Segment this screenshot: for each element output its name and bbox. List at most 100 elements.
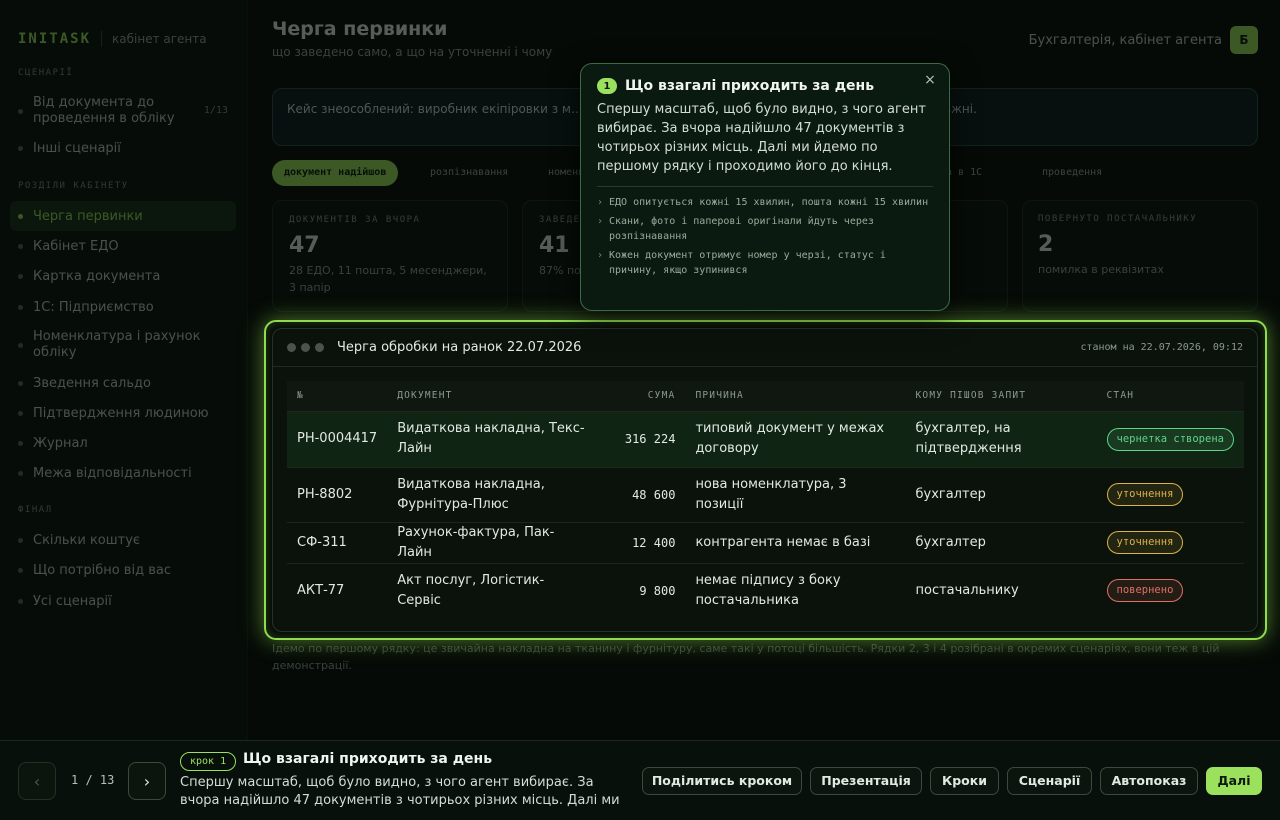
table-row[interactable]: РН-0004417 Видаткова накладна, Текс-Лайн… — [287, 410, 1244, 467]
page-title: Черга первинки — [272, 18, 448, 40]
sidebar-item-label: Зведення сальдо — [33, 375, 151, 391]
cell-recipient: бухгалтер, на підтвердження — [905, 410, 1097, 467]
cell-document: Видаткова накладна, Текс-Лайн — [387, 410, 596, 467]
sidebar-item-label: Усі сценарії — [33, 593, 112, 609]
sidebar-item-queue[interactable]: Черга первинки — [10, 201, 236, 231]
cell-recipient: постачальнику — [905, 562, 1097, 618]
tour-step-text: Спершу масштаб, щоб було видно, з чого а… — [180, 775, 620, 808]
brand-subtitle: кабінет агента — [112, 32, 207, 46]
sidebar-item-label: Межа відповідальності — [33, 465, 192, 481]
sidebar-item-balance[interactable]: Зведення сальдо — [10, 371, 236, 395]
cell-sum: 316 224 — [595, 410, 686, 467]
tour-step-title: Що взагалі приходить за день — [243, 751, 493, 767]
column-header: СУМА — [595, 381, 686, 411]
share-step-button[interactable]: Поділитись кроком — [642, 767, 802, 795]
bullet-icon — [18, 470, 23, 476]
cell-id: СФ-311 — [287, 521, 388, 563]
sidebar-item-other-scenarios[interactable]: Інші сценарії — [10, 136, 236, 160]
cell-id: РН-0004417 — [287, 410, 388, 467]
bullet-icon — [18, 108, 23, 114]
cell-reason: контрагента немає в базі — [685, 521, 906, 563]
sidebar-item-responsibility[interactable]: Межа відповідальності — [10, 461, 236, 485]
bullet-icon — [18, 440, 23, 446]
stat-value: 47 — [289, 233, 320, 258]
bullet-icon — [18, 273, 23, 279]
cell-recipient: бухгалтер — [905, 466, 1097, 522]
sidebar-item-count: 1/13 — [203, 105, 228, 116]
bullet-icon — [18, 145, 23, 151]
bullet-icon — [18, 537, 23, 543]
cell-recipient: бухгалтер — [905, 521, 1097, 563]
window-dot-icon — [301, 343, 310, 352]
table-row[interactable]: РН-8802 Видаткова накладна, Фурнітура-Пл… — [287, 466, 1244, 522]
sidebar-item-label: Журнал — [33, 435, 88, 451]
sidebar-item-nomenclature[interactable]: Номенклатура і рахунок обліку — [10, 328, 236, 362]
column-header: ДОКУМЕНТ — [387, 381, 596, 411]
stat-desc: помилка в реквізитах — [1038, 263, 1164, 276]
sidebar-item-label: Від документа до проведення в обліку — [33, 95, 175, 126]
bullet-icon — [18, 598, 23, 604]
popover-title: Що взагалі приходить за день — [625, 78, 875, 94]
sidebar-item-label: Скільки коштує — [33, 532, 141, 548]
sidebar-item-cost[interactable]: Скільки коштує — [10, 528, 236, 552]
next-button[interactable]: Далі — [1206, 767, 1262, 795]
close-icon[interactable]: × — [921, 71, 939, 89]
sidebar-item-journal[interactable]: Журнал — [10, 431, 236, 455]
sidebar-item-document-flow[interactable]: Від документа до проведення в обліку 1/1… — [10, 94, 236, 128]
table-row[interactable]: АКТ-77 Акт послуг, Логістик-Сервіс 9 800… — [287, 562, 1244, 618]
sidebar-item-all-scenarios[interactable]: Усі сценарії — [10, 589, 236, 613]
column-header: ПРИЧИНА — [685, 381, 906, 411]
cell-id: РН-8802 — [287, 466, 388, 522]
scenarios-button[interactable]: Сценарії — [1007, 767, 1092, 795]
tour-popover: 1 Що взагалі приходить за день × Спершу … — [580, 63, 950, 311]
popover-body: Спершу масштаб, щоб було видно, з чого а… — [597, 102, 926, 174]
sidebar-item-document-card[interactable]: Картка документа — [10, 264, 236, 288]
sidebar-section-final: ФІНАЛ — [18, 505, 53, 515]
sidebar-item-1c[interactable]: 1С: Підприємство — [10, 295, 236, 319]
account-area[interactable]: Бухгалтерія, кабінет агента Б — [1029, 26, 1258, 54]
presentation-button[interactable]: Презентація — [810, 767, 922, 795]
sidebar-section-cabinet: РОЗДІЛИ КАБІНЕТУ — [18, 181, 129, 191]
popover-divider — [597, 186, 933, 187]
table-footnote: Ідемо по першому рядку: це звичайна накл… — [272, 642, 1220, 672]
next-step-arrow-button[interactable]: › — [128, 762, 166, 800]
bullet-icon — [18, 213, 23, 219]
popover-header: 1 Що взагалі приходить за день — [597, 78, 933, 94]
cell-document: Видаткова накладна, Фурнітура-Плюс — [387, 466, 596, 522]
card-timestamp: станом на 22.07.2026, 09:12 — [1080, 342, 1243, 353]
autoplay-button[interactable]: Автопоказ — [1100, 767, 1198, 795]
cell-document: Рахунок-фактура, Пак-Лайн — [387, 521, 596, 563]
prev-step-button[interactable]: ‹ — [18, 762, 56, 800]
sidebar-item-edo[interactable]: Кабінет ЕДО — [10, 234, 236, 258]
brand-divider — [101, 31, 103, 47]
window-dot-icon — [287, 343, 296, 352]
sidebar-item-label: Черга первинки — [33, 208, 143, 224]
window-dot-icon — [315, 343, 324, 352]
card-title: Черга обробки на ранок 22.07.2026 — [337, 340, 582, 355]
column-header: № — [287, 381, 388, 411]
sidebar-item-label: Номенклатура і рахунок обліку — [33, 329, 201, 360]
sidebar-item-label: Кабінет ЕДО — [33, 238, 119, 254]
cell-sum: 9 800 — [595, 562, 686, 618]
brand-logo: INITASK — [18, 31, 92, 47]
queue-table-card: Черга обробки на ранок 22.07.2026 станом… — [272, 328, 1258, 632]
avatar[interactable]: Б — [1230, 26, 1258, 54]
sidebar-item-requirements[interactable]: Що потрібно від вас — [10, 558, 236, 582]
status-badge: повернено — [1106, 579, 1184, 603]
stat-label: ДОКУМЕНТІВ ЗА ВЧОРА — [289, 215, 421, 225]
stat-desc: 28 ЕДО, 11 пошта, 5 месенджери, 3 папір — [289, 264, 487, 294]
table-row[interactable]: СФ-311 Рахунок-фактура, Пак-Лайн 12 400 … — [287, 521, 1244, 563]
steps-button[interactable]: Кроки — [930, 767, 999, 795]
card-header: Черга обробки на ранок 22.07.2026 станом… — [273, 329, 1257, 367]
cell-status: повернено — [1096, 562, 1244, 618]
pill-posting[interactable]: проведення — [1030, 160, 1114, 186]
stat-label: ПОВЕРНУТО ПОСТАЧАЛЬНИКУ — [1038, 214, 1198, 224]
status-badge: уточнення — [1106, 483, 1184, 506]
pill-document-received[interactable]: документ надійшов — [272, 160, 399, 186]
brand: INITASK кабінет агента — [0, 0, 247, 58]
cell-id: АКТ-77 — [287, 562, 388, 618]
step-counter: 1 / 13 — [71, 773, 115, 787]
pill-recognition[interactable]: розпізнавання — [418, 160, 520, 186]
sidebar-item-confirmation[interactable]: Підтвердження людиною — [10, 401, 236, 425]
queue-table: № ДОКУМЕНТ СУМА ПРИЧИНА КОМУ ПІШОВ ЗАПИТ… — [287, 381, 1244, 618]
